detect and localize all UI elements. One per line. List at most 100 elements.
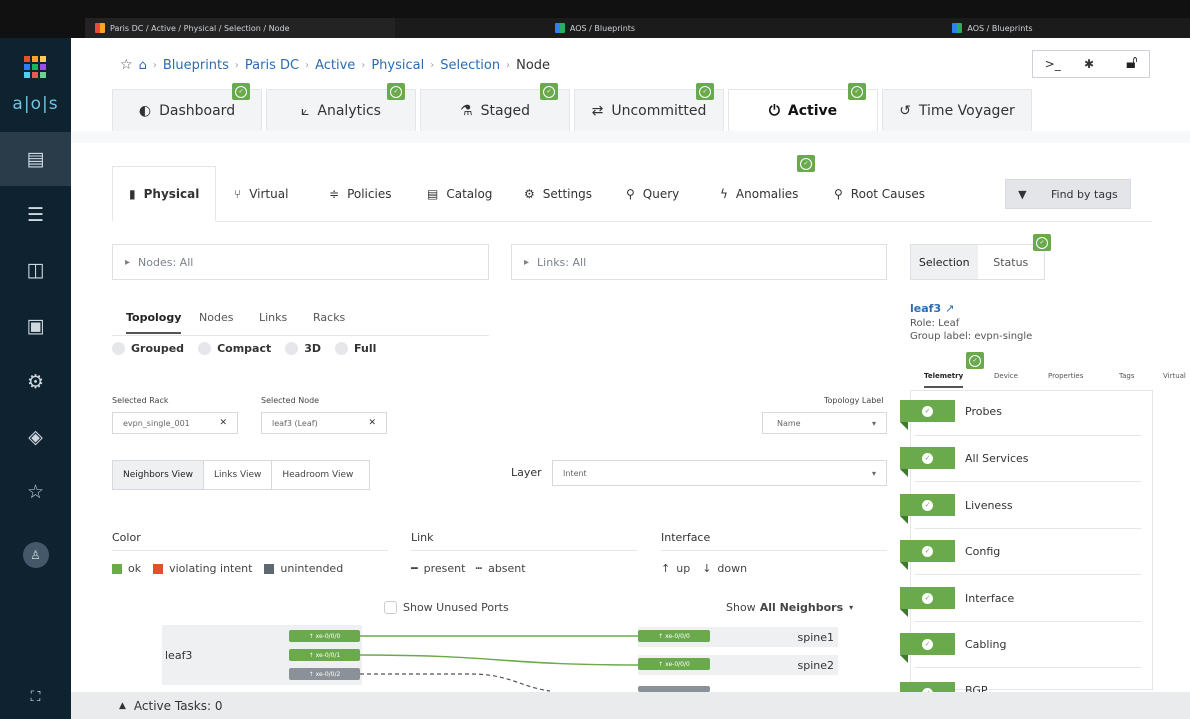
tab-label: Physical (143, 186, 200, 201)
sidebar-item-user[interactable]: ♙ (0, 528, 71, 582)
tab-racks[interactable]: Racks (313, 311, 345, 324)
telemetry-item-config[interactable]: ✓ Config (900, 534, 1142, 570)
unintended-swatch (264, 563, 275, 574)
layout-3d-radio[interactable]: 3D (285, 342, 321, 355)
topology-links (360, 635, 641, 692)
browser-tab-title: Paris DC / Active / Physical / Selection… (110, 23, 290, 33)
chevron-right-icon: › (430, 59, 435, 71)
caret-right-icon: ▸ (125, 256, 131, 268)
brand-logo[interactable]: a|o|s (0, 94, 71, 114)
star-icon[interactable]: ☆ (120, 57, 133, 73)
show-unused-ports[interactable]: Show Unused Ports (384, 601, 509, 614)
tab-links[interactable]: Links (259, 311, 287, 324)
sidebar-item-external-systems[interactable]: ⚙ (0, 355, 71, 409)
browser-tab-2[interactable]: AOS / Blueprints (395, 18, 795, 38)
sidebar-item-platform[interactable]: ◈ (0, 410, 71, 464)
home-icon[interactable]: ⌂ (139, 58, 147, 73)
tab-selection[interactable]: Selection (911, 245, 978, 279)
tab-virtual[interactable]: ⑂ Virtual (234, 166, 288, 222)
tab-policies[interactable]: ≑ Policies (329, 166, 391, 222)
telemetry-item-bgp[interactable]: ✓ BGP (900, 674, 1142, 692)
breadcrumb-blueprints[interactable]: Blueprints (163, 58, 229, 73)
tab-settings[interactable]: ⚙ Settings (524, 166, 592, 222)
clear-icon[interactable]: ✕ (368, 418, 376, 428)
telemetry-item-interface[interactable]: ✓ Interface (900, 581, 1142, 617)
platform-icon: ◈ (28, 426, 43, 448)
telemetry-item-cabling[interactable]: ✓ Cabling (900, 627, 1142, 663)
tab-tags[interactable]: Tags (1119, 372, 1135, 380)
tab-time-voyager[interactable]: ↺ Time Voyager (882, 89, 1032, 131)
divider (915, 528, 1141, 529)
tab-root-causes[interactable]: ⚲ Root Causes (834, 166, 925, 222)
selected-rack-value: evpn_single_001 (123, 418, 190, 428)
telemetry-label: Cabling (965, 637, 1007, 651)
tab-physical[interactable]: ▮ Physical (112, 166, 217, 222)
layout-compact-radio[interactable]: Compact (198, 342, 271, 355)
clear-icon[interactable]: ✕ (219, 418, 227, 428)
terminal-icon[interactable]: >_ (1045, 57, 1061, 71)
breadcrumb-physical[interactable]: Physical (371, 58, 424, 73)
tab-device[interactable]: Device (994, 372, 1018, 380)
tab-anomalies[interactable]: ϟ Anomalies (720, 166, 798, 222)
tab-virtual-resources[interactable]: Virtual (1163, 372, 1190, 380)
legend-absent: absent (488, 562, 526, 575)
tab-label: Catalog (446, 187, 493, 201)
selected-node-link[interactable]: leaf3 ↗ (910, 302, 954, 315)
breadcrumb-selection[interactable]: Selection (440, 58, 500, 73)
show-unused-ports-checkbox[interactable] (384, 601, 397, 614)
sidebar-item-blueprints[interactable]: ▤ (0, 132, 71, 186)
topology-node-name: leaf3 (165, 649, 193, 662)
tab-label: Dashboard (159, 102, 236, 119)
tab-query[interactable]: ⚲ Query (626, 166, 679, 222)
port-badge[interactable]: ↑ xe-0/0/0 (289, 630, 360, 642)
selected-rack-field[interactable]: evpn_single_001 ✕ (112, 412, 238, 434)
links-view-button[interactable]: Links View (204, 461, 273, 489)
sidebar-item-design[interactable]: ◫ (0, 243, 71, 297)
history-icon: ↺ (899, 102, 911, 119)
neighbors-view-button[interactable]: Neighbors View (113, 461, 205, 489)
tab-properties[interactable]: Properties (1048, 372, 1083, 380)
layout-grouped-radio[interactable]: Grouped (112, 342, 184, 355)
tab-nodes[interactable]: Nodes (199, 311, 233, 324)
legend-ok: ok (128, 562, 142, 575)
layer-select[interactable]: Intent ▾ (552, 460, 887, 486)
bug-icon[interactable]: ✱ (1084, 57, 1094, 71)
divider (915, 574, 1141, 575)
sidebar-expand[interactable]: ⛶ (0, 682, 71, 712)
layout-full-radio[interactable]: Full (335, 342, 376, 355)
port-badge[interactable]: ↑ xe-0/0/1 (289, 649, 360, 661)
link-line (360, 654, 641, 666)
port-badge[interactable]: ↑ xe-0/0/2 (289, 668, 360, 680)
tab-catalog[interactable]: ▤ Catalog (427, 166, 492, 222)
selected-node-field[interactable]: leaf3 (Leaf) ✕ (261, 412, 387, 434)
links-filter[interactable]: ▸ Links: All (511, 244, 887, 280)
caret-up-icon: ▲ (119, 700, 126, 711)
telemetry-label: BGP (965, 684, 988, 692)
port-badge[interactable]: ↑ xe-0/0/0 (638, 658, 710, 670)
active-tasks-bar[interactable]: ▲ Active Tasks: 0 (71, 692, 1190, 719)
sidebar-item-resources[interactable]: ▣ (0, 299, 71, 353)
sidebar-item-favorites[interactable]: ☆ (0, 465, 71, 519)
nodes-filter[interactable]: ▸ Nodes: All (112, 244, 489, 280)
tab-topology[interactable]: Topology (126, 311, 182, 334)
breadcrumb-active[interactable]: Active (315, 58, 355, 73)
telemetry-item-probes[interactable]: ✓ Probes (900, 394, 1142, 430)
show-neighbors-select[interactable]: Show All Neighbors ▾ (726, 601, 853, 614)
find-by-tags-button[interactable]: ▼ Find by tags (1005, 179, 1131, 209)
tab-telemetry[interactable]: Telemetry (924, 372, 964, 388)
headroom-view-button[interactable]: Headroom View (272, 461, 363, 489)
unlock-icon[interactable]: 🔓︎ (1126, 52, 1138, 73)
chevron-down-icon: ▾ (871, 468, 876, 478)
telemetry-item-all-services[interactable]: ✓ All Services (900, 441, 1142, 477)
status-ok-flag: ✓ (900, 447, 955, 477)
port-badge[interactable]: ↑ xe-0/0/0 (638, 630, 710, 642)
browser-tab-1[interactable]: Paris DC / Active / Physical / Selection… (85, 18, 395, 38)
sidebar-item-devices[interactable]: ☰ (0, 188, 71, 242)
topology-label-select[interactable]: Name ▾ (762, 412, 887, 434)
status-ok-icon (1033, 234, 1051, 251)
breadcrumb-paris-dc[interactable]: Paris DC (245, 58, 299, 73)
browser-tab-3[interactable]: AOS / Blueprints (795, 18, 1190, 38)
telemetry-item-liveness[interactable]: ✓ Liveness (900, 488, 1142, 524)
divider (71, 131, 1190, 143)
tab-label: Anomalies (735, 187, 799, 201)
